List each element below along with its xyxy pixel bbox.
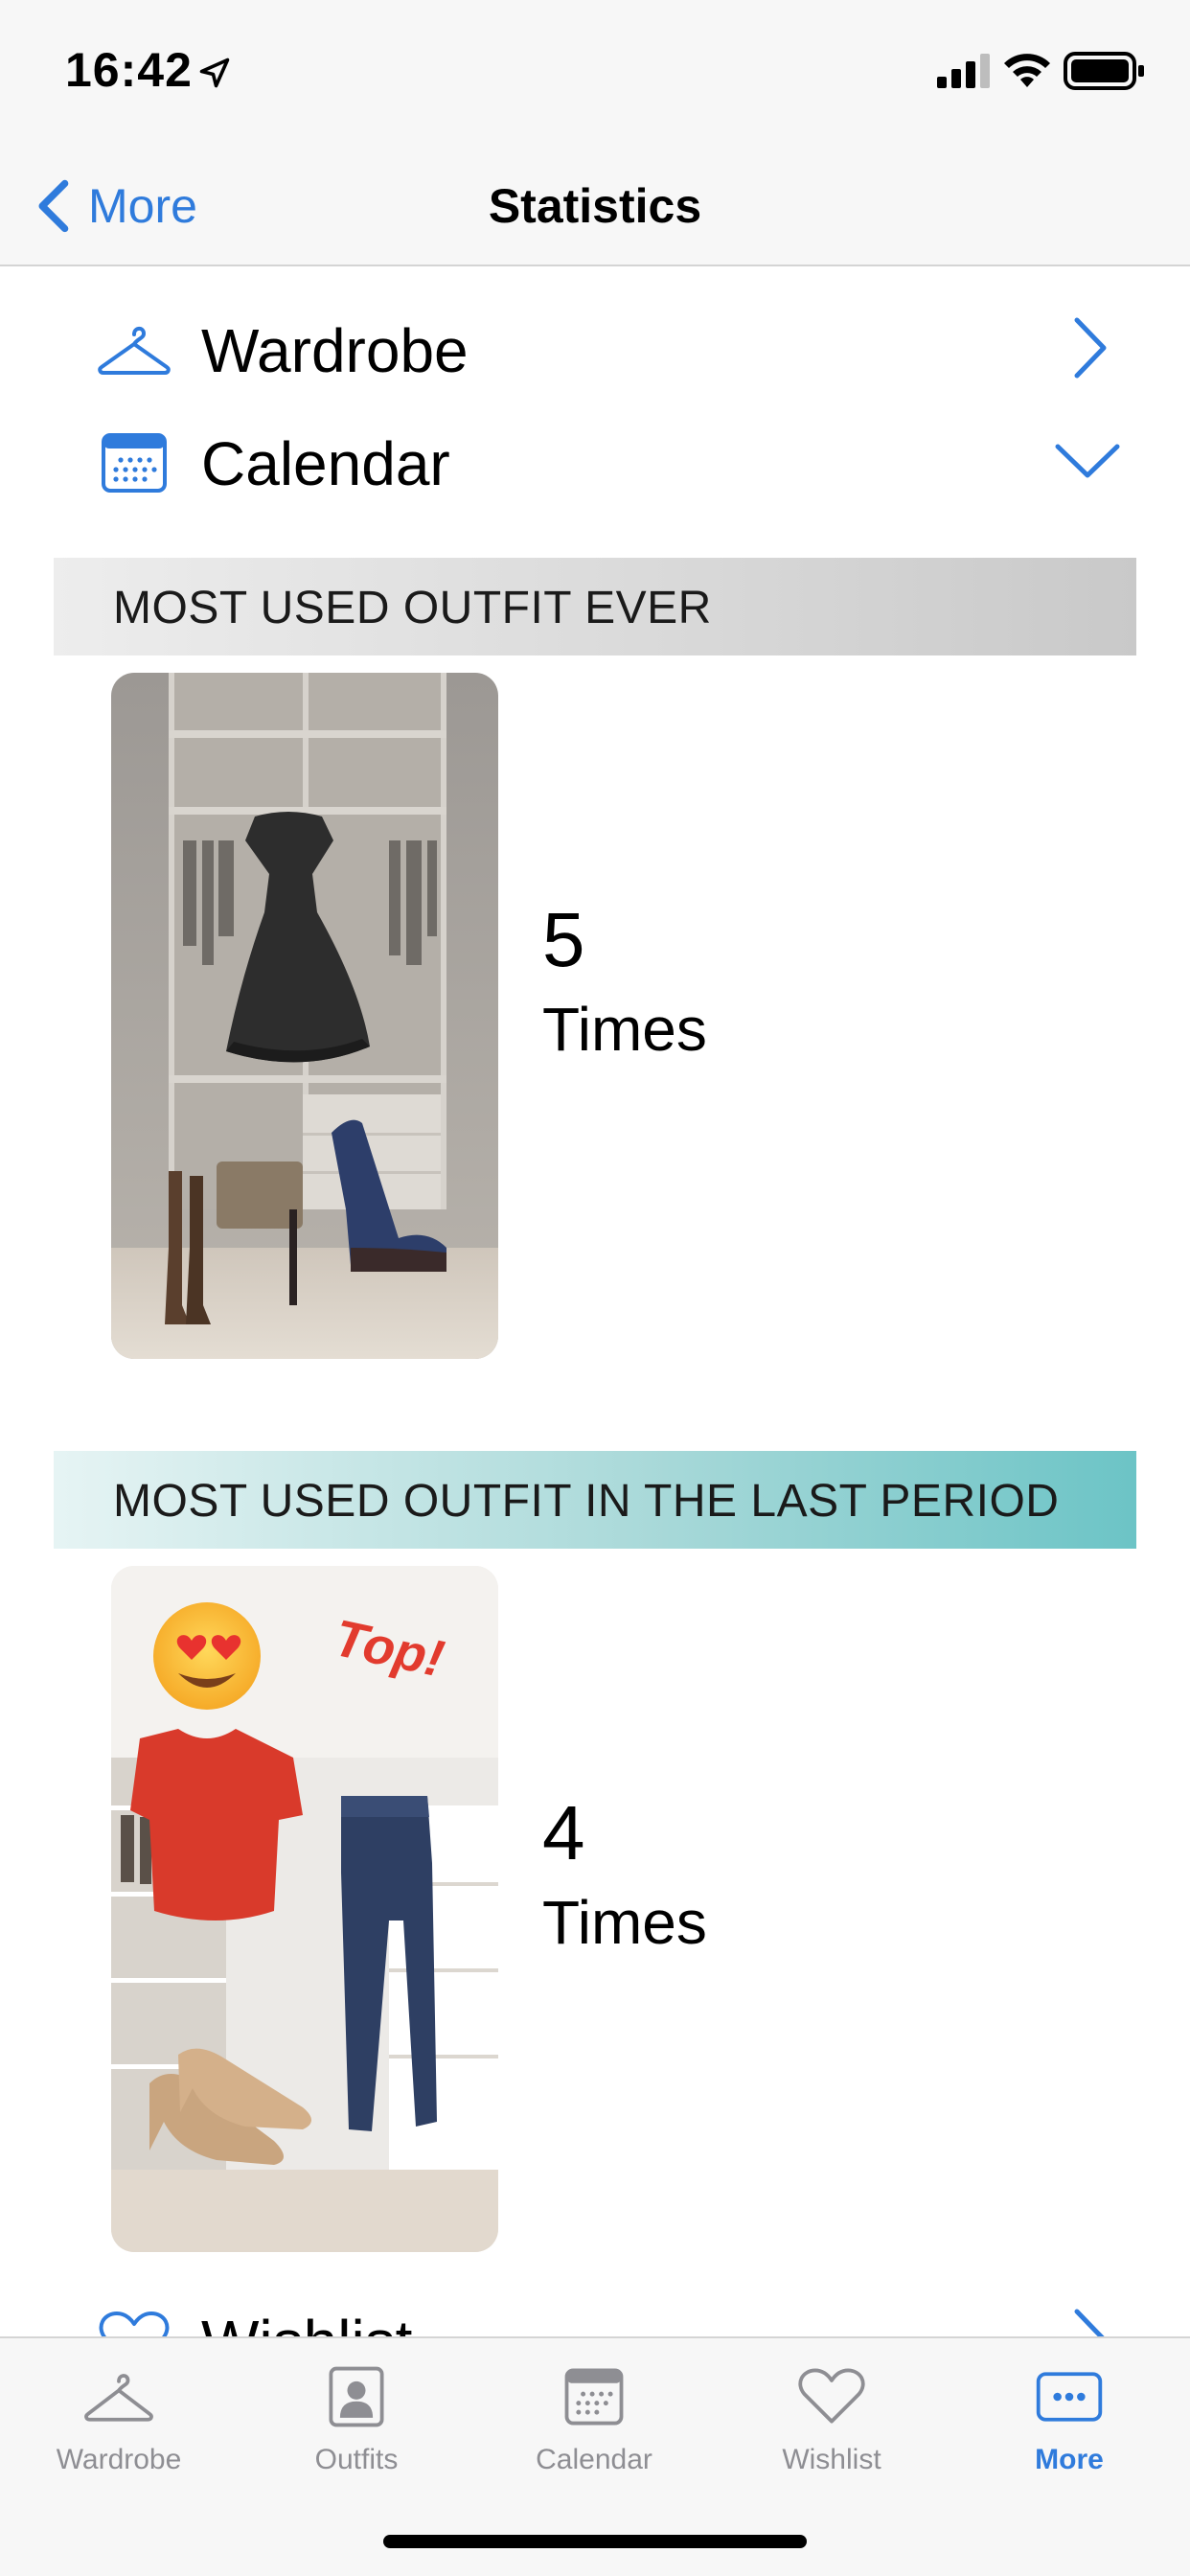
outfit-image-most-used-ever[interactable] [111,673,498,1359]
calendar-row[interactable]: Calendar [0,406,1190,512]
closet-outfit-illustration [111,673,498,1359]
tab-label: Wishlist [782,2444,881,2475]
home-indicator[interactable] [383,2535,807,2548]
navigation-bar: More Statistics [0,144,1190,266]
hanger-icon [84,2374,153,2422]
closet-outfit-illustration: Top! [111,1566,498,2252]
tab-wishlist[interactable]: Wishlist [713,2358,950,2501]
section-title: MOST USED OUTFIT EVER [113,583,712,633]
more-icon [1036,2372,1103,2422]
wardrobe-label: Wardrobe [201,316,469,385]
usage-count-unit: Times [542,995,707,1064]
wifi-icon [1004,54,1050,87]
section-header-most-used-ever: MOST USED OUTFIT EVER [54,558,1136,656]
chevron-down-icon [1055,444,1120,478]
tab-outfits[interactable]: Outfits [238,2358,475,2501]
cellular-signal-icon [937,54,990,88]
section-title: MOST USED OUTFIT IN THE LAST PERIOD [113,1476,1060,1527]
calendar-label: Calendar [201,429,450,498]
tab-wardrobe[interactable]: Wardrobe [0,2358,238,2501]
person-card-icon [329,2366,384,2427]
chevron-right-icon [1074,317,1107,379]
battery-icon [1064,52,1144,90]
heart-icon [798,2368,865,2424]
tab-label: Wardrobe [56,2444,182,2475]
wardrobe-row[interactable]: Wardrobe [0,293,1190,399]
tab-label: Calendar [536,2444,652,2475]
tab-more[interactable]: More [950,2358,1188,2501]
usage-count: 4 [542,1790,585,1875]
status-bar: 16:42 [0,0,1190,144]
calendar-icon [564,2368,624,2426]
section-header-most-used-last-period: MOST USED OUTFIT IN THE LAST PERIOD [54,1451,1136,1549]
status-time: 16:42 [65,43,193,97]
tab-calendar[interactable]: Calendar [475,2358,713,2501]
outfit-image-most-used-last-period[interactable]: Top! [111,1566,498,2252]
hanger-icon [98,326,171,375]
usage-count-unit: Times [542,1888,707,1957]
usage-count: 5 [542,897,585,982]
page-title: Statistics [488,179,702,233]
location-arrow-icon [199,58,230,88]
tab-label: Outfits [314,2444,399,2475]
tab-label: More [1035,2444,1104,2475]
calendar-icon [102,433,167,493]
